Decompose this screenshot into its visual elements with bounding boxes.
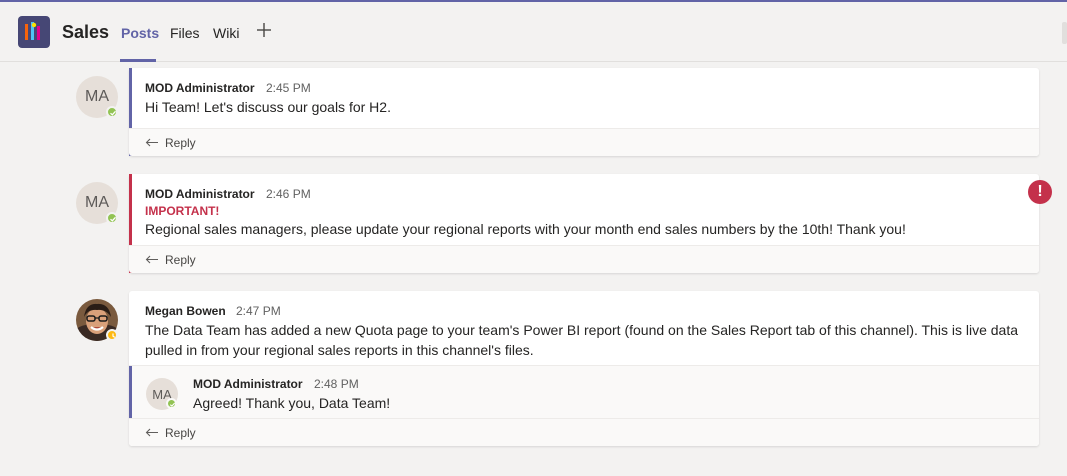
message-text-line: pulled in from your regional sales repor… bbox=[145, 342, 534, 358]
important-badge-icon: ! bbox=[1028, 180, 1052, 204]
reply-label: Reply bbox=[165, 426, 196, 440]
message-time: 2:47 PM bbox=[236, 304, 281, 318]
important-label: IMPORTANT! bbox=[145, 204, 220, 218]
plus-icon[interactable] bbox=[255, 21, 273, 39]
scrollbar[interactable] bbox=[1062, 22, 1067, 44]
presence-available-icon bbox=[106, 106, 118, 118]
message-card: MOD Administrator 2:46 PM IMPORTANT! Reg… bbox=[129, 174, 1039, 273]
tab-wiki[interactable]: Wiki bbox=[213, 25, 239, 41]
active-tab-indicator bbox=[120, 59, 156, 62]
tab-files[interactable]: Files bbox=[170, 25, 200, 41]
presence-away-icon bbox=[106, 329, 118, 341]
message-time: 2:46 PM bbox=[266, 187, 311, 201]
presence-available-icon bbox=[166, 398, 177, 409]
reply-icon bbox=[145, 138, 158, 147]
avatar-initials: MA bbox=[85, 88, 109, 105]
reply-icon bbox=[145, 428, 158, 437]
team-name: Sales bbox=[62, 22, 110, 42]
message-author[interactable]: MOD Administrator bbox=[193, 377, 303, 391]
message-time: 2:45 PM bbox=[266, 81, 311, 95]
reply-icon bbox=[145, 255, 158, 264]
message-text: Hi Team! Let's discuss our goals for H2. bbox=[145, 99, 391, 115]
message-text-line: The Data Team has added a new Quota page… bbox=[145, 322, 1018, 338]
reply-accent-bar bbox=[129, 366, 132, 420]
reply-label: Reply bbox=[165, 136, 196, 150]
team-logo-icon[interactable] bbox=[18, 16, 50, 48]
message-card: Megan Bowen 2:47 PM The Data Team has ad… bbox=[129, 291, 1039, 446]
reply-label: Reply bbox=[165, 253, 196, 267]
channel-header: Sales Posts Files Wiki bbox=[0, 2, 1067, 62]
message-author[interactable]: Megan Bowen bbox=[145, 304, 226, 318]
avatar-initials: MA bbox=[85, 194, 109, 211]
message-text: Agreed! Thank you, Data Team! bbox=[193, 395, 391, 411]
message-time: 2:48 PM bbox=[314, 377, 359, 391]
message-text: Regional sales managers, please update y… bbox=[145, 221, 906, 237]
message-card: MOD Administrator 2:45 PM Hi Team! Let's… bbox=[129, 68, 1039, 156]
tab-posts[interactable]: Posts bbox=[121, 25, 159, 41]
reply-button[interactable]: Reply bbox=[129, 418, 1039, 446]
reply-button[interactable]: Reply bbox=[129, 128, 1039, 156]
presence-available-icon bbox=[106, 212, 118, 224]
message-author[interactable]: MOD Administrator bbox=[145, 81, 255, 95]
reply-message: MA MOD Administrator 2:48 PM Agreed! Tha… bbox=[129, 365, 1039, 420]
reply-button[interactable]: Reply bbox=[129, 245, 1039, 273]
message-author[interactable]: MOD Administrator bbox=[145, 187, 255, 201]
